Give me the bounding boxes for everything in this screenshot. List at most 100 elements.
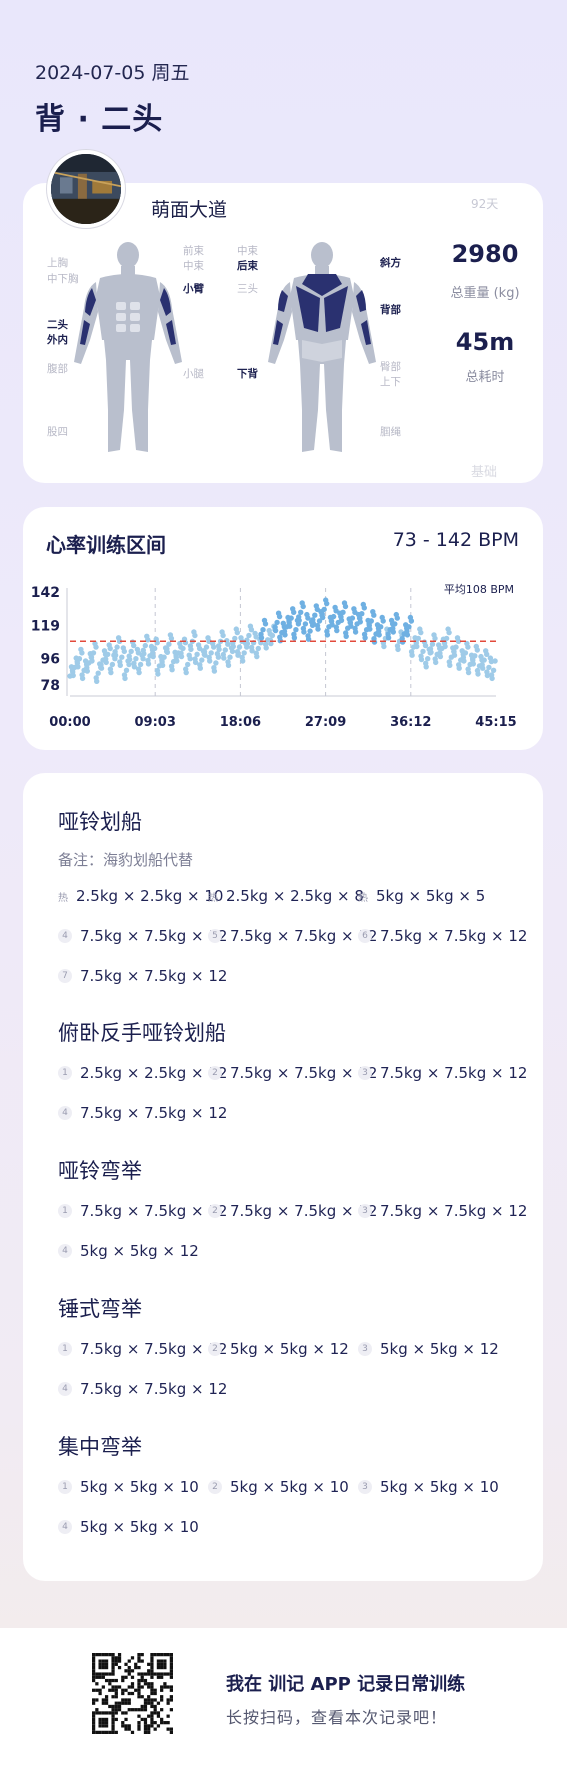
set-detail: 7.5kg × 7.5kg × 12 [380,927,528,945]
heart-rate-point [404,632,411,638]
heart-rate-point [447,662,453,668]
heart-rate-point [145,661,152,667]
set-list: 热 2.5kg × 2.5kg × 10 热 2.5kg × 2.5kg × 8 热 5k… [58,876,527,996]
set-detail: 7.5kg × 7.5kg × 12 [80,1104,228,1122]
heart-rate-point [183,669,189,676]
set-index-badge: 3 [358,1204,372,1218]
heart-rate-point [437,653,444,660]
average-label: 平均108 BPM [444,583,514,596]
heart-rate-point [90,650,97,656]
muscle-label: 中下胸 [47,273,79,285]
set-detail: 5kg × 5kg × 10 [80,1518,199,1536]
heart-rate-point [492,658,498,664]
heart-rate-point [406,624,412,630]
heart-rate-point [123,667,130,673]
heart-rate-point [134,646,141,653]
heart-rate-point [191,629,197,635]
set-item: 2 7.5kg × 7.5kg × 12 [208,1053,377,1093]
heart-rate-title: 心率训练区间 [46,533,166,557]
heart-rate-point [169,667,175,673]
set-detail: 7.5kg × 7.5kg × 12 [380,1202,528,1220]
heart-rate-point [119,654,125,660]
heart-rate-point [219,629,225,635]
heart-rate-point [421,639,428,645]
heart-rate-point [137,661,144,668]
heart-rate-point [103,659,109,666]
set-detail: 7.5kg × 7.5kg × 12 [80,927,228,945]
heart-rate-range: 73 - 142 BPM [392,529,519,551]
heart-rate-point [95,670,101,676]
share-footer [0,1628,567,1767]
heart-rate-point [489,675,495,682]
heart-rate-point [221,655,227,661]
heart-rate-point [161,654,167,660]
set-detail: 7.5kg × 7.5kg × 12 [80,967,228,985]
set-item: 7 7.5kg × 7.5kg × 12 [58,956,227,996]
set-index-badge: 3 [358,1342,372,1356]
heart-rate-point [381,643,387,650]
heart-rate-point [472,653,478,659]
muscle-label: 下背 [237,368,258,380]
avatar[interactable] [47,150,125,228]
heart-rate-point [109,661,116,668]
set-detail: 7.5kg × 7.5kg × 12 [380,1064,528,1082]
muscle-label: 小臂 [183,283,204,295]
muscle-label: 外内 [47,334,68,346]
heart-rate-point [227,654,233,660]
heart-rate-point [423,664,429,670]
heart-rate-point [475,671,481,677]
set-detail: 2.5kg × 2.5kg × 8 [226,887,364,905]
set-index-badge: 5 [208,929,222,943]
heart-rate-point [263,645,269,651]
heart-rate-point [282,632,288,638]
heart-rate-point [98,665,105,671]
set-index-badge: 6 [358,929,372,943]
heart-rate-point [203,644,210,650]
set-item: 4 7.5kg × 7.5kg × 12 [58,1369,227,1409]
set-item: 4 7.5kg × 7.5kg × 12 [58,916,227,956]
heart-rate-point [343,633,349,639]
heart-rate-point [194,651,200,657]
heart-rate-point [233,626,239,632]
heart-rate-point [323,597,329,603]
y-tick-label: 78 [41,678,60,694]
heart-rate-point [431,632,437,638]
level-watermark: 基础 [471,465,498,480]
y-tick-label: 96 [41,652,60,668]
heart-rate-point [186,652,192,658]
set-index-badge: 3 [358,1066,372,1080]
heart-rate-point [453,644,459,650]
set-detail: 7.5kg × 7.5kg × 12 [230,927,378,945]
heart-rate-point [290,606,296,612]
set-detail: 7.5kg × 7.5kg × 12 [80,1380,228,1398]
heart-rate-point [180,645,186,652]
heart-rate-point [258,635,265,641]
set-index-badge: 2 [208,1342,222,1356]
qr-code-icon[interactable] [92,1653,173,1734]
set-index-badge: 4 [58,1106,72,1120]
set-index-badge: 4 [58,1520,72,1534]
muscle-label: 三头 [237,283,258,295]
heart-rate-point [320,614,326,621]
heart-rate-point [216,646,222,653]
heart-rate-point [483,648,489,654]
heart-rate-point [136,669,142,676]
heart-rate-point [473,643,479,650]
heart-rate-point [254,653,260,660]
heart-rate-point [407,614,414,621]
heart-rate-point [197,665,203,671]
exercise-note: 备注：海豹划船代替 [58,851,194,869]
set-detail: 5kg × 5kg × 10 [230,1478,349,1496]
x-tick-label: 09:03 [135,715,176,730]
heart-rate-point [302,621,309,627]
heart-rate-point [241,650,247,656]
heart-rate-chart: 平均108 BPM 142 119 96 78 00:00 09:03 18:06 27:0… [31,583,517,730]
heart-rate-point [487,655,494,661]
heart-rate-point [128,648,134,655]
username: 萌面大道 [151,199,228,221]
heart-rate-point [225,662,232,668]
heart-rate-point [418,656,425,663]
back-body-figure [268,242,376,452]
heart-rate-point [120,645,127,651]
muscle-label: 中束 [237,245,258,257]
